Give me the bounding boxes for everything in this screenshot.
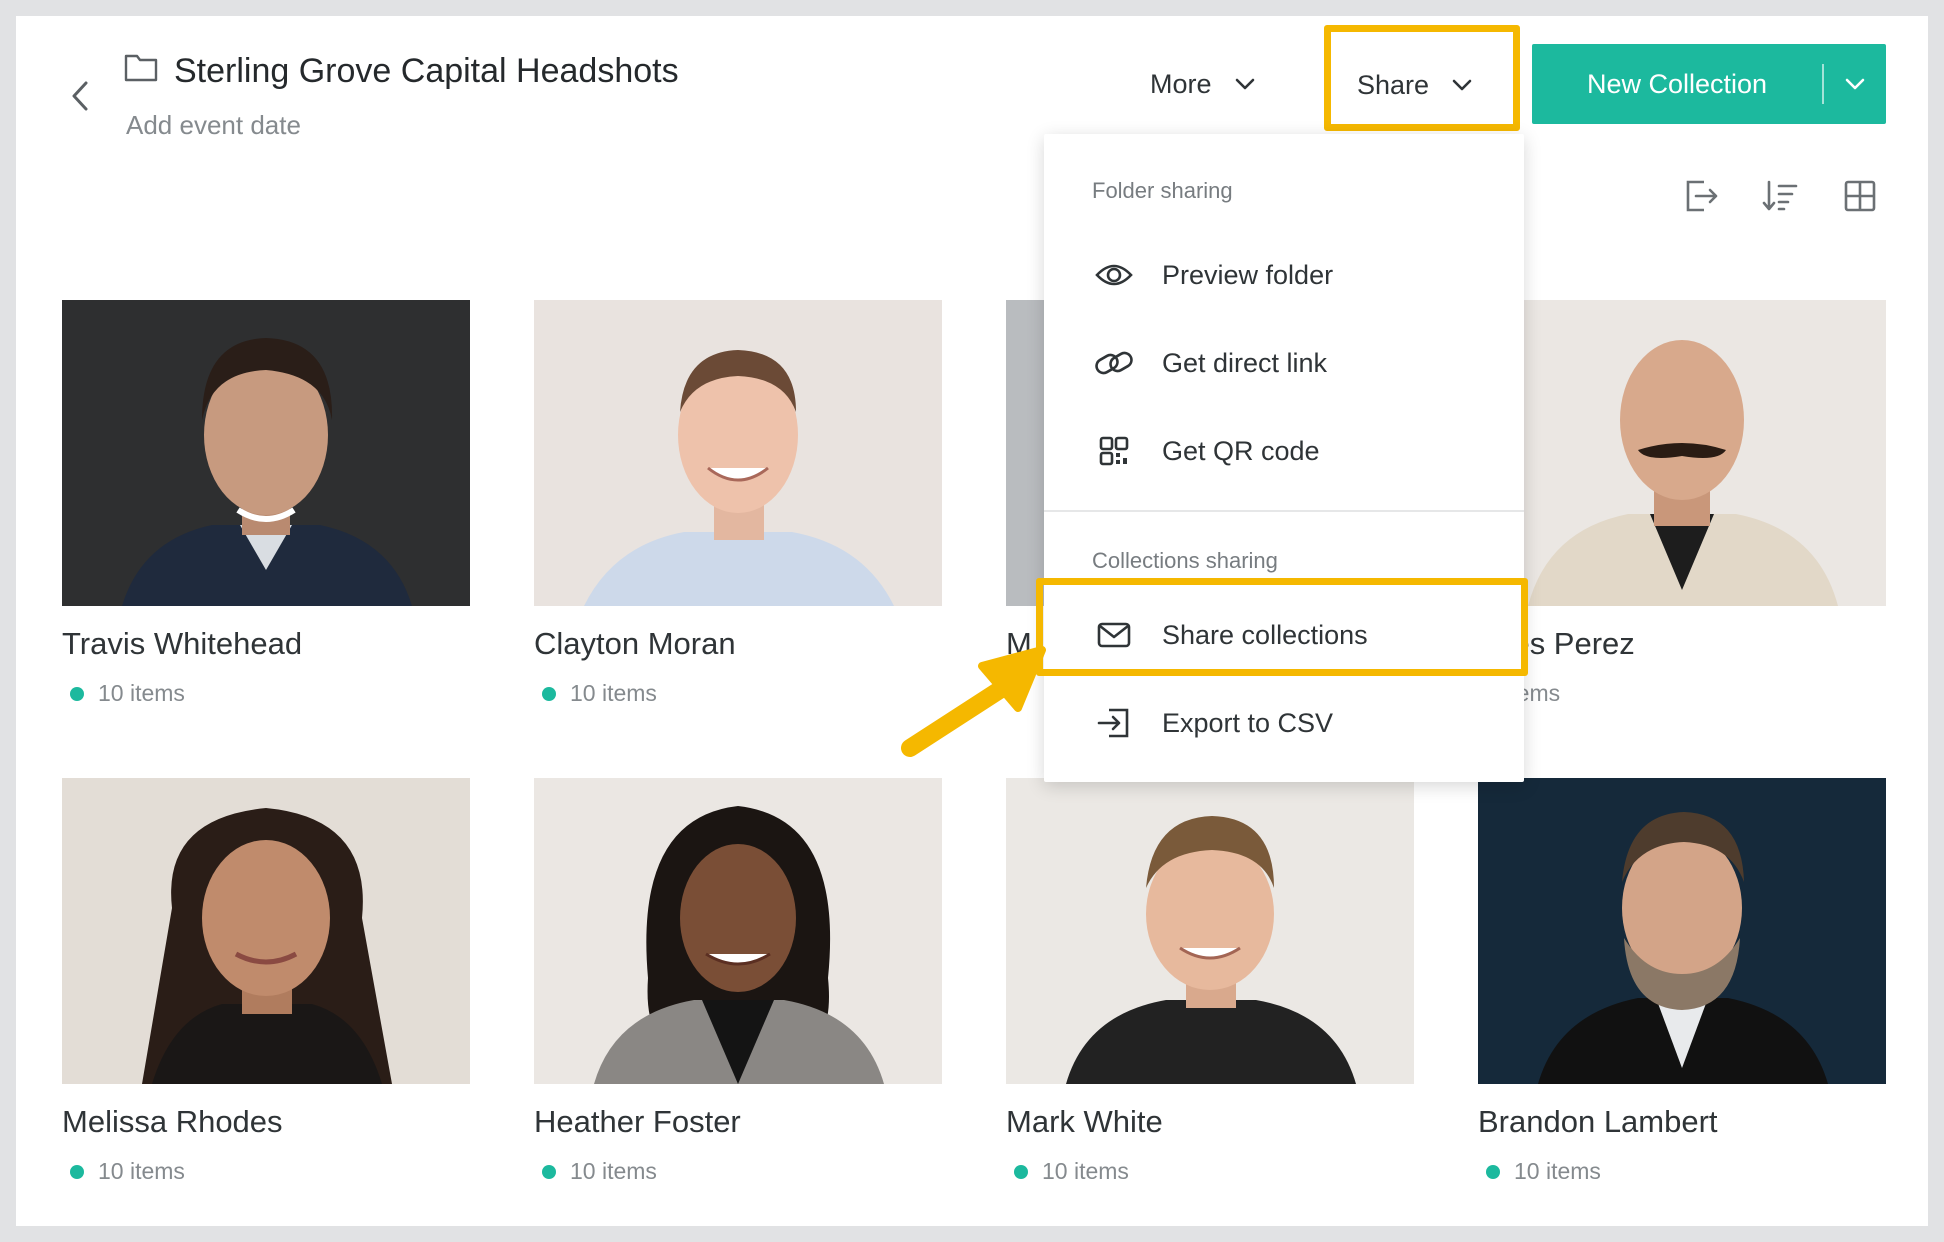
- collection-card[interactable]: Heather Foster 10 items: [534, 778, 942, 1184]
- more-label: More: [1150, 68, 1212, 99]
- menu-item-label: Get direct link: [1162, 347, 1328, 378]
- collection-thumbnail[interactable]: [62, 300, 470, 606]
- collection-card[interactable]: Brandon Lambert 10 items: [1478, 778, 1886, 1184]
- link-icon: [1094, 343, 1134, 383]
- item-count: 10 items: [98, 1158, 185, 1184]
- share-button[interactable]: Share: [1326, 60, 1504, 110]
- item-count: 10 items: [1514, 1158, 1601, 1184]
- get-direct-link-item[interactable]: Get direct link: [1044, 328, 1524, 398]
- collection-meta: 10 items: [542, 680, 657, 707]
- collection-card[interactable]: Melissa Rhodes 10 items: [62, 778, 470, 1184]
- collection-card[interactable]: Travis Whitehead 10 items: [62, 300, 470, 706]
- collection-thumbnail[interactable]: [534, 300, 942, 606]
- add-event-date-link[interactable]: Add event date: [126, 110, 301, 141]
- collection-thumbnail[interactable]: [1006, 778, 1414, 1084]
- collections-sharing-heading: Collections sharing: [1092, 548, 1278, 573]
- status-dot: [542, 1164, 556, 1179]
- export-to-csv-item[interactable]: Export to CSV: [1044, 688, 1524, 758]
- collection-name[interactable]: Heather Foster: [534, 1104, 741, 1140]
- collection-name[interactable]: Mark White: [1006, 1104, 1163, 1140]
- status-dot: [542, 686, 556, 701]
- folder-sharing-heading: Folder sharing: [1092, 178, 1233, 203]
- collection-thumbnail[interactable]: [1478, 300, 1886, 606]
- share-dropdown-menu: Folder sharing Preview folder Get direct…: [1044, 134, 1524, 782]
- collection-meta: 10 items: [70, 680, 185, 707]
- chevron-left-icon: [72, 81, 88, 111]
- more-button[interactable]: More: [1150, 62, 1256, 106]
- collection-name[interactable]: Travis Whitehead: [62, 626, 302, 662]
- grid-view-icon[interactable]: [1840, 176, 1880, 216]
- menu-item-label: Preview folder: [1162, 259, 1334, 290]
- eye-icon: [1094, 255, 1134, 295]
- collection-name[interactable]: Brandon Lambert: [1478, 1104, 1718, 1140]
- chevron-down-icon: [1235, 78, 1254, 90]
- get-qr-code-item[interactable]: Get QR code: [1044, 416, 1524, 486]
- share-collections-item[interactable]: Share collections: [1044, 600, 1524, 670]
- collection-name[interactable]: M: [1006, 626, 1032, 662]
- item-count: 10 items: [1042, 1158, 1129, 1184]
- envelope-icon: [1094, 615, 1134, 655]
- collection-card[interactable]: Mark White 10 items: [1006, 778, 1414, 1184]
- collection-meta: [1014, 680, 1042, 694]
- collection-card[interactable]: arles Perez 0 items: [1478, 300, 1886, 706]
- folder-icon: [124, 54, 158, 82]
- status-dot: [70, 1164, 84, 1179]
- chevron-down-icon: [1845, 78, 1865, 90]
- collection-meta: 10 items: [70, 1158, 185, 1185]
- collection-thumbnail[interactable]: [1478, 778, 1886, 1084]
- status-dot: [1486, 1164, 1500, 1179]
- status-dot: [70, 686, 84, 701]
- share-label: Share: [1356, 69, 1430, 100]
- collection-name[interactable]: Clayton Moran: [534, 626, 736, 662]
- new-collection-button[interactable]: New Collection: [1532, 44, 1886, 124]
- menu-item-label: Share collections: [1162, 619, 1368, 650]
- status-dot: [1014, 680, 1028, 694]
- export-icon: [1094, 703, 1134, 743]
- menu-divider: [1044, 510, 1524, 512]
- item-count: 10 items: [570, 1158, 657, 1184]
- chevron-down-icon: [1452, 79, 1472, 91]
- collection-meta: 10 items: [542, 1158, 657, 1185]
- status-dot: [1014, 1164, 1028, 1179]
- collection-thumbnail[interactable]: [534, 778, 942, 1084]
- collection-thumbnail[interactable]: [62, 778, 470, 1084]
- preview-folder-item[interactable]: Preview folder: [1044, 240, 1524, 310]
- menu-item-label: Get QR code: [1162, 435, 1320, 466]
- export-icon[interactable]: [1680, 176, 1720, 216]
- item-count: 10 items: [98, 680, 185, 706]
- collection-name[interactable]: Melissa Rhodes: [62, 1104, 283, 1140]
- collection-meta: 10 items: [1486, 1158, 1601, 1185]
- back-button[interactable]: [60, 74, 100, 118]
- qr-code-icon: [1094, 431, 1134, 471]
- collection-meta: 10 items: [1014, 1158, 1129, 1185]
- sort-icon[interactable]: [1760, 176, 1800, 216]
- new-collection-label: New Collection: [1586, 68, 1768, 99]
- collection-card[interactable]: Clayton Moran 10 items: [534, 300, 942, 706]
- page-title: Sterling Grove Capital Headshots: [174, 52, 679, 90]
- item-count: 10 items: [570, 680, 657, 706]
- new-collection-dropdown-toggle[interactable]: [1824, 77, 1886, 91]
- menu-item-label: Export to CSV: [1162, 707, 1334, 738]
